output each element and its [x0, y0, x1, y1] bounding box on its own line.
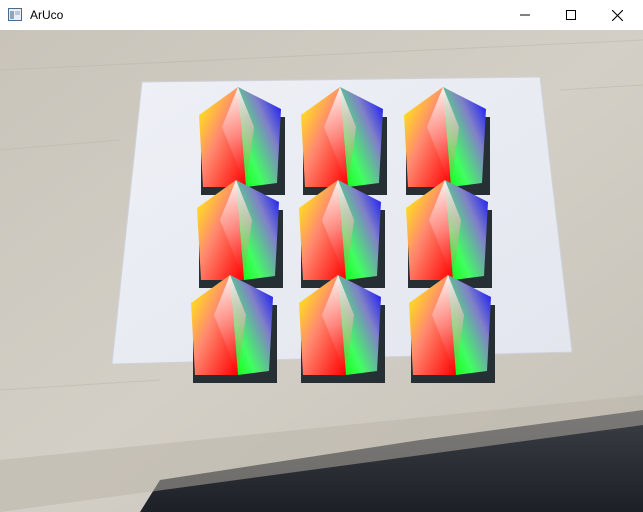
maximize-button[interactable] — [548, 0, 594, 30]
close-button[interactable] — [594, 0, 640, 30]
opencv-window-icon — [8, 8, 22, 21]
maximize-icon — [566, 10, 576, 20]
camera-feed — [0, 30, 643, 512]
minimize-icon — [520, 14, 530, 16]
ar-scene — [0, 30, 643, 512]
title-bar: ArUco — [0, 0, 643, 30]
window-title: ArUco — [30, 8, 64, 22]
minimize-button[interactable] — [502, 0, 548, 30]
marker-grid — [191, 87, 495, 383]
close-icon — [611, 9, 623, 21]
